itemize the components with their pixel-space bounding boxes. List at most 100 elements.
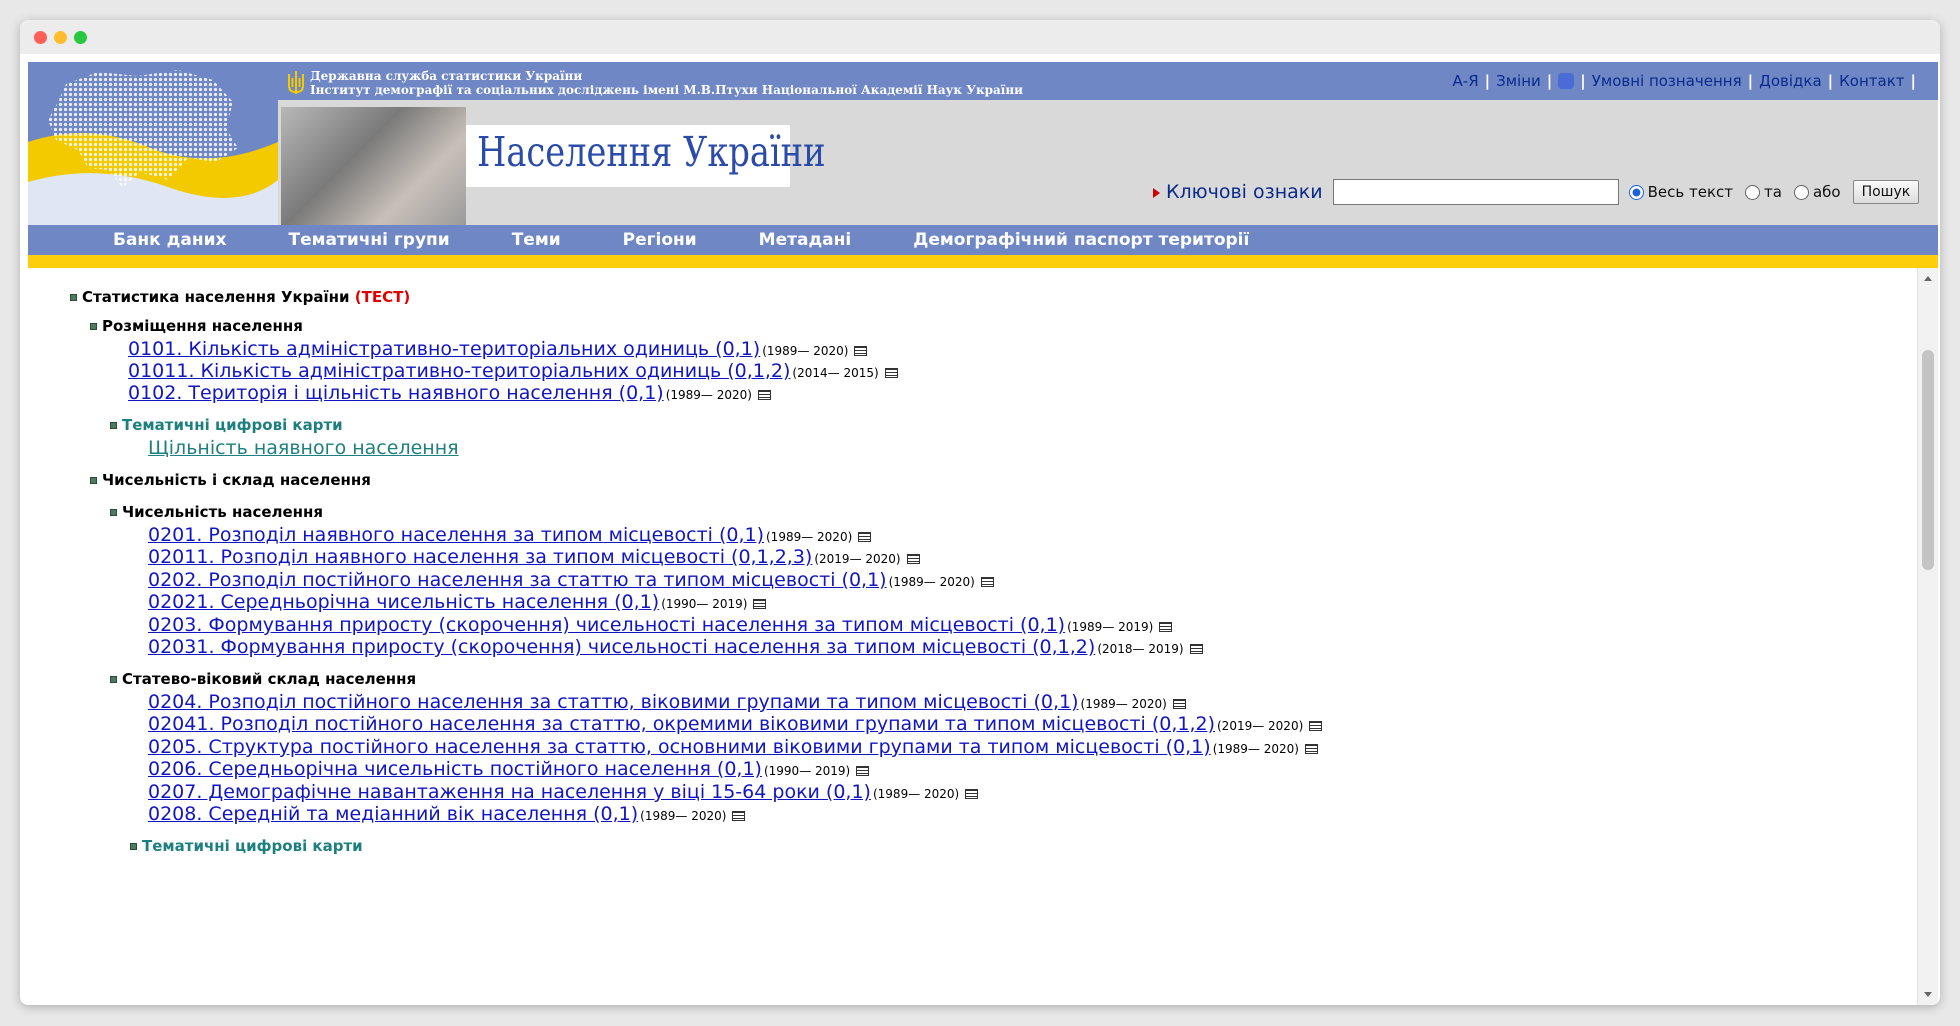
nav-data-bank[interactable]: Банк даних	[113, 230, 226, 250]
dataset-link[interactable]: 01011. Кількість адміністративно-територ…	[128, 360, 790, 382]
main-nav: Банк даних Тематичні групи Теми Регіони …	[28, 225, 1938, 255]
radio-or[interactable]	[1793, 184, 1809, 200]
tree-link-row: 0204. Розподіл постійного населення за с…	[148, 691, 1186, 713]
nav-regions[interactable]: Регіони	[623, 230, 697, 250]
scroll-down-icon[interactable]	[1924, 992, 1932, 997]
yellow-stripe	[28, 255, 1938, 268]
nav-demographic-passport[interactable]: Демографічний паспорт території	[913, 230, 1249, 250]
section-heading: Тематичні цифрові карти	[110, 416, 343, 434]
dataset-link[interactable]: 0202. Розподіл постійного населення за с…	[148, 569, 887, 591]
dataset-link[interactable]: 02011. Розподіл наявного населення за ти…	[148, 546, 812, 568]
top-links: А-Я | Зміни | | Умовні позначення | Дові…	[1449, 72, 1918, 90]
maps-title[interactable]: Тематичні цифрові карти	[122, 416, 343, 434]
table-icon[interactable]	[906, 553, 920, 564]
tree-link-row: 0208. Середній та медіанний вік населенн…	[148, 803, 746, 825]
year-range: (2014— 2015)	[792, 366, 879, 380]
nav-metadata[interactable]: Метадані	[759, 230, 852, 250]
year-range: (1989— 2020)	[888, 575, 975, 589]
ukraine-map-logo	[28, 62, 278, 225]
root-title[interactable]: Статистика населення України	[82, 288, 350, 306]
scrollbar-thumb[interactable]	[1922, 350, 1934, 570]
web-page: Державна служба статистики України Інсти…	[28, 62, 1938, 1005]
toplink-a-z[interactable]: А-Я	[1449, 72, 1483, 90]
table-icon[interactable]	[1172, 698, 1186, 709]
vertical-scrollbar[interactable]	[1917, 268, 1938, 1005]
dataset-link[interactable]: 0102. Територія і щільність наявного нас…	[128, 382, 664, 404]
table-icon[interactable]	[858, 531, 872, 542]
year-range: (2019— 2020)	[1217, 719, 1304, 733]
org-line-2: Інститут демографії та соціальних дослід…	[310, 83, 1024, 97]
tree-link-row: 0202. Розподіл постійного населення за с…	[148, 569, 994, 591]
tree-link-row: 0101. Кількість адміністративно-територі…	[128, 338, 868, 360]
table-icon[interactable]	[1309, 720, 1323, 731]
rss-icon[interactable]	[1558, 73, 1575, 89]
dataset-link[interactable]: 02021. Середньорічна чисельність населен…	[148, 591, 659, 613]
separator: |	[1580, 72, 1586, 90]
dataset-link[interactable]: 0203. Формування приросту (скорочення) ч…	[148, 614, 1065, 636]
tree-link-row: 02011. Розподіл наявного населення за ти…	[148, 546, 920, 568]
site-brand-title: Населення України	[477, 128, 826, 176]
search-bar: Ключові ознаки Весь текст та або Пошук	[1153, 179, 1920, 205]
dataset-link[interactable]: 02031. Формування приросту (скорочення) …	[148, 636, 1095, 658]
tree-link-row: 0201. Розподіл наявного населення за тип…	[148, 524, 872, 546]
search-button[interactable]: Пошук	[1852, 180, 1920, 204]
separator: |	[1827, 72, 1834, 90]
radio-and[interactable]	[1745, 184, 1761, 200]
dataset-link[interactable]: 0207. Демографічне навантаження на насел…	[148, 781, 871, 803]
bullet-icon	[90, 477, 97, 484]
toplink-changes[interactable]: Зміни	[1492, 72, 1545, 90]
table-icon[interactable]	[856, 765, 870, 776]
radio-all-text-label: Весь текст	[1647, 183, 1734, 201]
search-label: Ключові ознаки	[1153, 181, 1323, 203]
separator: |	[1910, 72, 1916, 90]
bullet-icon	[90, 323, 97, 330]
table-icon[interactable]	[732, 810, 746, 821]
table-icon[interactable]	[753, 598, 767, 609]
tree-root: Статистика населення України (ТЕСТ)	[70, 288, 410, 306]
dataset-link[interactable]: 0101. Кількість адміністративно-територі…	[128, 338, 760, 360]
table-icon[interactable]	[1304, 743, 1318, 754]
dataset-link[interactable]: 0204. Розподіл постійного населення за с…	[148, 691, 1079, 713]
close-window-button[interactable]	[34, 31, 47, 44]
radio-or-label: або	[1812, 183, 1841, 201]
dataset-link[interactable]: 0206. Середньорічна чисельність постійно…	[148, 758, 762, 780]
map-link[interactable]: Щільність наявного населення	[148, 437, 459, 459]
section-title[interactable]: Статево-віковий склад населення	[122, 670, 416, 688]
test-badge: (ТЕСТ)	[354, 288, 411, 306]
section-title[interactable]: Розміщення населення	[102, 317, 303, 335]
maps-title[interactable]: Тематичні цифрові карти	[142, 837, 363, 855]
radio-all-text[interactable]	[1628, 184, 1644, 200]
dataset-link[interactable]: 02041. Розподіл постійного населення за …	[148, 713, 1215, 735]
dataset-link[interactable]: 0208. Середній та медіанний вік населенн…	[148, 803, 638, 825]
nav-topics[interactable]: Теми	[512, 230, 561, 250]
toplink-legend[interactable]: Умовні позначення	[1588, 72, 1746, 90]
maximize-window-button[interactable]	[74, 31, 87, 44]
tree-link-row: Щільність наявного населення	[148, 437, 459, 459]
scroll-up-icon[interactable]	[1924, 276, 1932, 281]
table-icon[interactable]	[757, 389, 771, 400]
organization-names: Державна служба статистики України Інсти…	[310, 69, 1023, 97]
dataset-link[interactable]: 0205. Структура постійного населення за …	[148, 736, 1211, 758]
tree-link-row: 0207. Демографічне навантаження на насел…	[148, 781, 979, 803]
year-range: (1989— 2020)	[1212, 742, 1299, 756]
minimize-window-button[interactable]	[54, 31, 67, 44]
toplink-contact[interactable]: Контакт	[1835, 72, 1908, 90]
section-title[interactable]: Чисельність населення	[122, 503, 323, 521]
year-range: (1990— 2019)	[763, 764, 851, 778]
dataset-link[interactable]: 0201. Розподіл наявного населення за тип…	[148, 524, 764, 546]
section-heading: Чисельність населення	[110, 503, 323, 521]
table-icon[interactable]	[854, 345, 868, 356]
tree-link-row: 0203. Формування приросту (скорочення) ч…	[148, 614, 1173, 636]
radio-and-label: та	[1764, 183, 1782, 201]
toplink-help[interactable]: Довідка	[1755, 72, 1826, 90]
nav-thematic-groups[interactable]: Тематичні групи	[288, 230, 449, 250]
search-input[interactable]	[1332, 179, 1619, 205]
table-icon[interactable]	[1189, 643, 1203, 654]
table-icon[interactable]	[965, 788, 979, 799]
section-title[interactable]: Чисельність і склад населення	[102, 471, 371, 489]
table-icon[interactable]	[980, 576, 994, 587]
trident-icon	[288, 71, 304, 94]
tree-link-row: 02041. Розподіл постійного населення за …	[148, 713, 1323, 735]
table-icon[interactable]	[884, 367, 898, 378]
table-icon[interactable]	[1159, 621, 1173, 632]
